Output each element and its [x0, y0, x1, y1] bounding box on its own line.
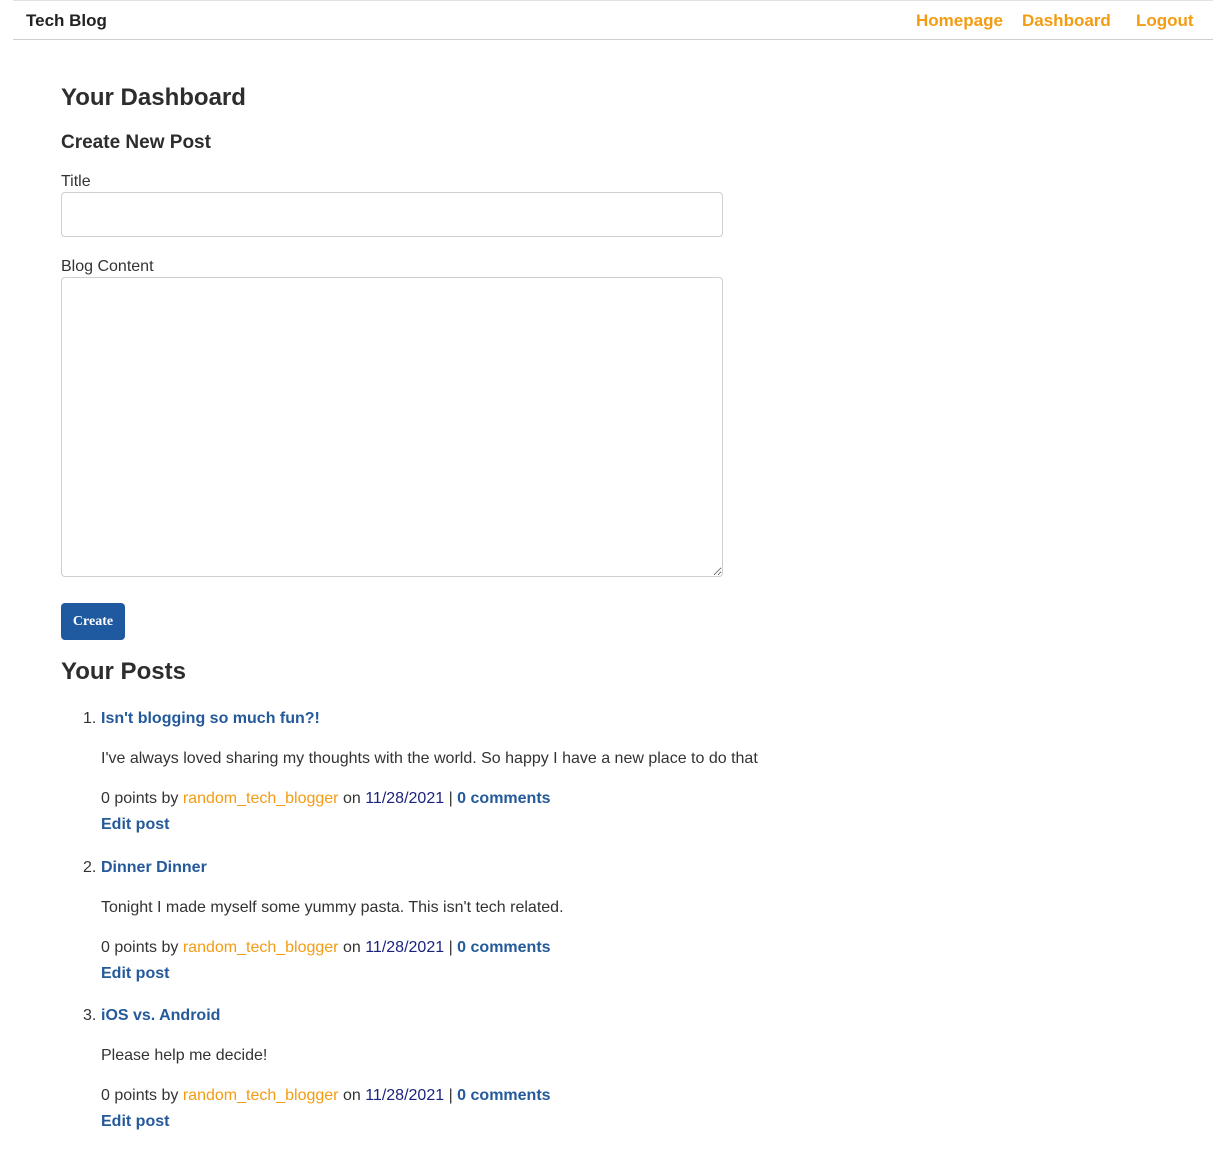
post-title-link[interactable]: iOS vs. Android [101, 1007, 220, 1025]
edit-post-link[interactable]: Edit post [101, 816, 169, 834]
post-title-input[interactable] [61, 192, 723, 237]
blog-content-textarea[interactable] [61, 277, 723, 577]
post-date-link[interactable]: 11/28/2021 [365, 939, 444, 956]
create-button[interactable]: Create [61, 603, 125, 640]
create-post-heading: Create New Post [61, 132, 211, 153]
post-meta: 0 points by random_tech_blogger on 11/28… [101, 939, 551, 957]
post-points: 0 points by [101, 1087, 179, 1104]
post-on-text: on [342, 939, 361, 956]
post-number: 2. [83, 859, 97, 876]
brand-link[interactable]: Tech Blog [26, 11, 107, 31]
post-author-link[interactable]: random_tech_blogger [183, 1087, 339, 1104]
post-comments-link[interactable]: 0 comments [457, 790, 550, 807]
post-title-link[interactable]: Isn't blogging so much fun?! [101, 710, 320, 728]
your-posts-heading: Your Posts [61, 658, 186, 685]
post-on-text: on [342, 790, 361, 807]
meta-separator: | [448, 939, 453, 956]
post-date-link[interactable]: 11/28/2021 [365, 1087, 444, 1104]
post-comments-link[interactable]: 0 comments [457, 939, 550, 956]
meta-separator: | [448, 1087, 453, 1104]
post-author-link[interactable]: random_tech_blogger [183, 939, 339, 956]
post-comments-link[interactable]: 0 comments [457, 1087, 550, 1104]
post-number: 1. [83, 710, 97, 727]
edit-post-link[interactable]: Edit post [101, 965, 169, 983]
post-on-text: on [342, 1087, 361, 1104]
post-points: 0 points by [101, 790, 179, 807]
post-body: I've always loved sharing my thoughts wi… [101, 750, 758, 767]
post-body: Please help me decide! [101, 1047, 268, 1064]
post-author-link[interactable]: random_tech_blogger [183, 790, 339, 807]
blog-content-label: Blog Content [61, 258, 154, 275]
nav-dashboard-link[interactable]: Dashboard [1022, 11, 1111, 31]
page-title: Your Dashboard [61, 84, 246, 111]
top-navbar: Tech Blog Homepage Dashboard Logout [13, 0, 1213, 40]
post-body: Tonight I made myself some yummy pasta. … [101, 899, 564, 916]
post-meta: 0 points by random_tech_blogger on 11/28… [101, 790, 551, 808]
edit-post-link[interactable]: Edit post [101, 1113, 169, 1131]
nav-logout-link[interactable]: Logout [1136, 11, 1194, 31]
nav-homepage-link[interactable]: Homepage [916, 11, 1003, 31]
title-label: Title [61, 173, 91, 190]
post-date-link[interactable]: 11/28/2021 [365, 790, 444, 807]
post-meta: 0 points by random_tech_blogger on 11/28… [101, 1087, 551, 1105]
post-number: 3. [83, 1007, 97, 1024]
post-points: 0 points by [101, 939, 179, 956]
post-title-link[interactable]: Dinner Dinner [101, 859, 207, 877]
meta-separator: | [448, 790, 453, 807]
